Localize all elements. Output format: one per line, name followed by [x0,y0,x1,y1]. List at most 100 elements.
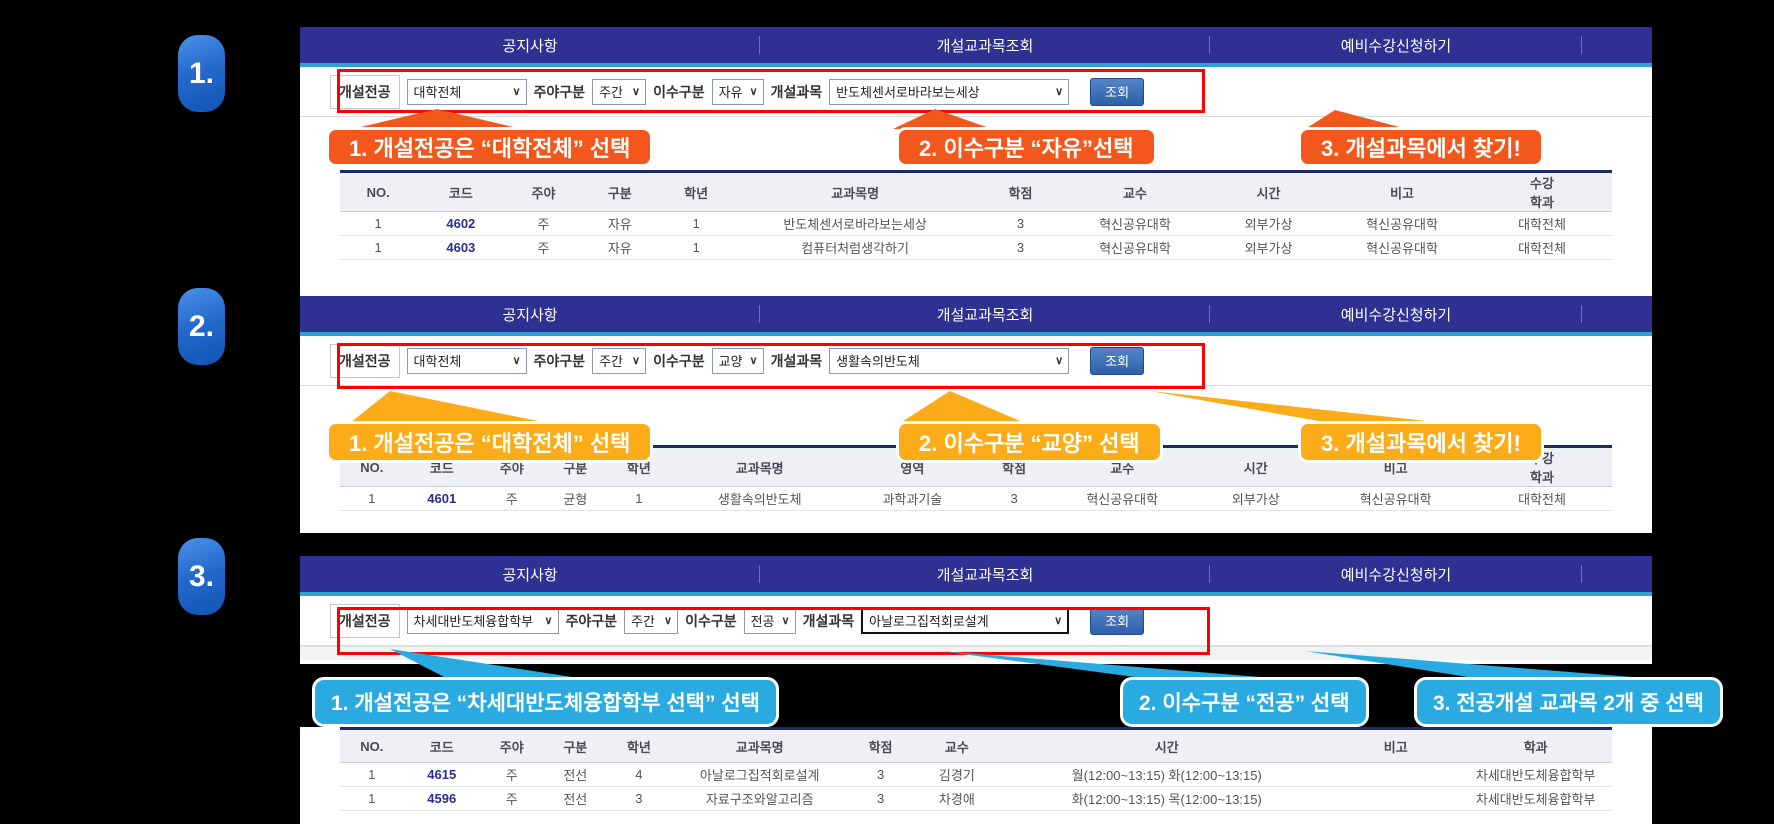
table-cell [1332,763,1459,787]
callout-step1-major: 1. 개설전공은 “대학전체” 선택 [326,127,653,167]
tutorial-canvas: 1. 2. 3. 공지사항 개설교과목조회 예비수강신청하기 개설전공 대학전체… [0,0,1774,824]
table-cell: 1 [340,487,404,511]
tab-notice[interactable]: 공지사항 [300,296,760,332]
table-row: 14602주자유1반도체센서로바라보는세상3혁신공유대학외부가상혁신공유대학대학… [340,212,1612,236]
table-cell: 외부가상 [1205,236,1332,260]
table-cell [1332,787,1459,811]
table-cell: 혁신공유대학 [1065,236,1205,260]
table-cell: 3 [849,787,913,811]
table-cell: 자유 [582,212,658,236]
tab-pre-registration[interactable]: 예비수강신청하기 [1210,556,1582,592]
table-cell: 화(12:00~13:15) 목(12:00~13:15) [1001,787,1332,811]
table-cell: 아날로그집적회로설계 [671,763,849,787]
course-code-link[interactable]: 4602 [416,212,505,236]
callout-step1-major: 1. 개설전공은 “차세대반도체융합학부 선택” 선택 [312,677,779,727]
callout-step1-major: 1. 개설전공은 “대학전체” 선택 [326,421,653,463]
table-cell: 주 [505,212,581,236]
column-header: 비고 [1332,729,1459,763]
table-cell: 3 [976,236,1065,260]
course-table: NO.코드주야구분학년교과목명학점교수시간비고학과14615주전선4아날로그집적… [340,727,1612,811]
table-cell: 균형 [544,487,608,511]
table-cell: 과학과기술 [849,487,976,511]
tab-course-search[interactable]: 개설교과목조회 [760,296,1210,332]
table-row: 14615주전선4아날로그집적회로설계3김경기월(12:00~13:15) 화(… [340,763,1612,787]
table-cell: 외부가상 [1192,487,1319,511]
table-header-row: NO.코드주야구분학년교과목명학점교수시간비고학과 [340,729,1612,763]
column-header: 코드 [416,172,505,212]
table-cell: 김경기 [912,763,1001,787]
course-code-link[interactable]: 4596 [404,787,480,811]
column-header: 비고 [1332,172,1472,212]
column-header: 교과목명 [671,447,849,487]
table-cell: 3 [849,763,913,787]
table-cell: 1 [340,763,404,787]
column-header: 교수 [912,729,1001,763]
step-2-badge: 2. [178,288,225,365]
table-cell: 혁신공유대학 [1332,236,1472,260]
table-cell: 1 [340,236,416,260]
column-header: 학년 [658,172,734,212]
table-cell: 4 [607,763,671,787]
nav-separator [1581,36,1582,54]
tab-course-search[interactable]: 개설교과목조회 [760,556,1210,592]
course-code-link[interactable]: 4603 [416,236,505,260]
callout-step2-category: 2. 이수구분 “교양” 선택 [896,421,1163,463]
callout-step3-course: 3. 개설과목에서 찾기! [1298,421,1544,463]
column-header: 구분 [582,172,658,212]
nav-separator [1581,305,1582,323]
tab-course-search[interactable]: 개설교과목조회 [760,27,1210,63]
column-header: NO. [340,172,416,212]
table-cell: 주 [480,763,544,787]
callout-step3-course: 3. 개설과목에서 찾기! [1298,127,1544,167]
table-cell: 혁신공유대학 [1319,487,1472,511]
column-header: 학점 [976,172,1065,212]
course-code-link[interactable]: 4601 [404,487,480,511]
table-cell: 자료구조와알고리즘 [671,787,849,811]
nav-bar: 공지사항 개설교과목조회 예비수강신청하기 [300,556,1652,592]
nav-separator [1581,565,1582,583]
table-cell: 혁신공유대학 [1052,487,1192,511]
table-cell: 1 [658,236,734,260]
column-header: 코드 [404,729,480,763]
results-table-zone: NO.코드주야구분학년교과목명학점교수시간비고수강 학과14602주자유1반도체… [340,170,1612,260]
tab-pre-registration[interactable]: 예비수강신청하기 [1210,27,1582,63]
column-header: 주야 [505,172,581,212]
table-cell: 혁신공유대학 [1065,212,1205,236]
column-header: 학년 [607,729,671,763]
tab-notice[interactable]: 공지사항 [300,556,760,592]
column-header: 시간 [1205,172,1332,212]
tab-pre-registration[interactable]: 예비수강신청하기 [1210,296,1582,332]
column-header: 교수 [1065,172,1205,212]
table-cell: 차세대반도체융합학부 [1459,787,1612,811]
table-cell: 3 [976,212,1065,236]
filter-highlight-box-2 [337,343,1205,389]
course-code-link[interactable]: 4615 [404,763,480,787]
table-row: 14603주자유1컴퓨터처럼생각하기3혁신공유대학외부가상혁신공유대학대학전체 [340,236,1612,260]
tab-notice[interactable]: 공지사항 [300,27,760,63]
step-3-badge: 3. [178,538,225,615]
column-header: NO. [340,729,404,763]
table-cell: 3 [607,787,671,811]
screenshot-panel-3-table: NO.코드주야구분학년교과목명학점교수시간비고학과14615주전선4아날로그집적… [300,727,1652,824]
column-header: 시간 [1001,729,1332,763]
column-header: 교과목명 [734,172,976,212]
table-row: 14601주균형1생활속의반도체과학과기술3혁신공유대학외부가상혁신공유대학대학… [340,487,1612,511]
table-cell: 월(12:00~13:15) 화(12:00~13:15) [1001,763,1332,787]
table-cell: 주 [480,487,544,511]
column-header: 교과목명 [671,729,849,763]
step-1-badge: 1. [178,35,225,112]
table-cell: 전선 [544,787,608,811]
table-cell: 전선 [544,763,608,787]
table-cell: 주 [505,236,581,260]
filter-highlight-box-1 [337,69,1205,113]
table-cell: 1 [340,787,404,811]
table-cell: 혁신공유대학 [1332,212,1472,236]
screenshot-panel-2: 공지사항 개설교과목조회 예비수강신청하기 개설전공 대학전체∨ 주야구분 주간… [300,296,1652,533]
nav-bar: 공지사항 개설교과목조회 예비수강신청하기 [300,296,1652,332]
filter-highlight-box-3 [337,607,1210,655]
table-cell: 반도체센서로바라보는세상 [734,212,976,236]
table-header-row: NO.코드주야구분학년교과목명학점교수시간비고수강 학과 [340,172,1612,212]
table-cell: 자유 [582,236,658,260]
column-header: 학점 [849,729,913,763]
callout-step2-category: 2. 이수구분 “자유”선택 [896,127,1157,167]
